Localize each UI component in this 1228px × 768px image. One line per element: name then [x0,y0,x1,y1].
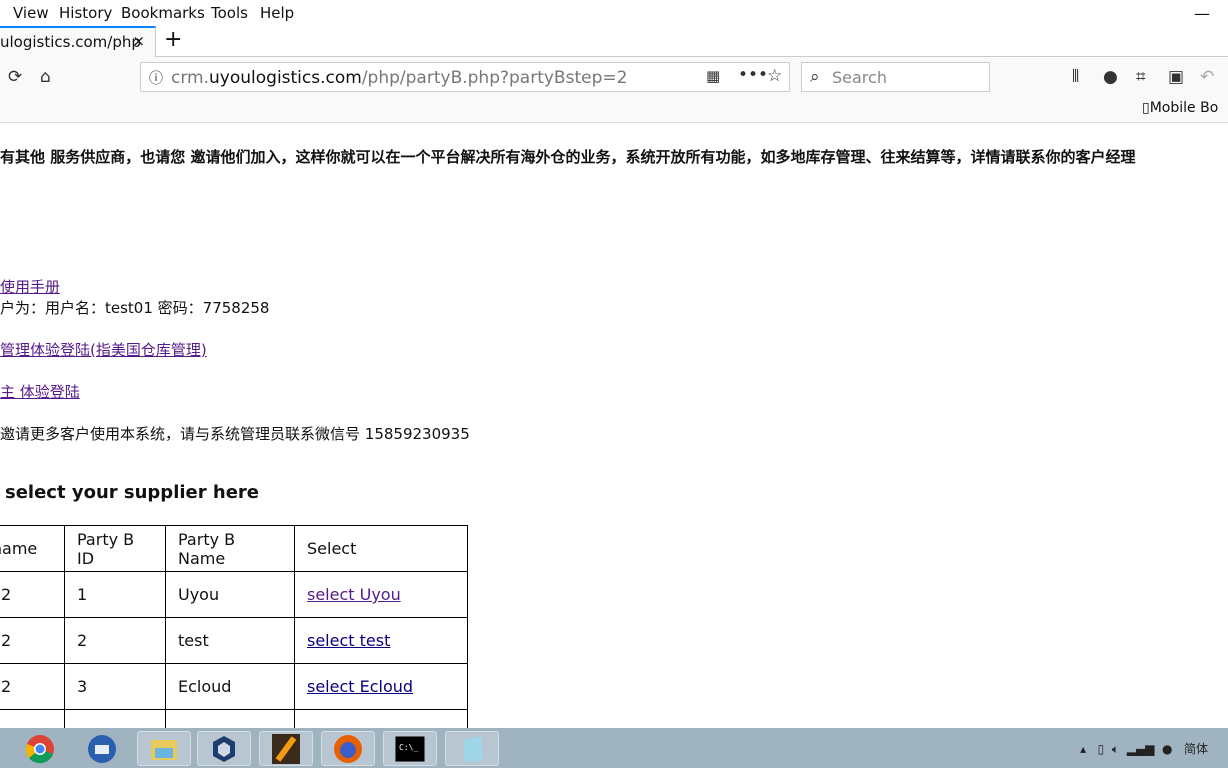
search-icon: ⌕ [810,67,820,87]
cmd-icon[interactable]: C:\_ [383,731,437,766]
taskbar: C:\_ ▴ ▯ 🔈︎ ▂▄▆ ● 简体 [0,728,1228,768]
table-row: 2 3 Ecloud select Ecloud [0,663,468,710]
credentials-text: 户为：用户名：test01 密码：7758258 [0,299,270,317]
manual-link[interactable]: 使用手册 [0,276,60,297]
cell: select Ecloud [294,663,468,710]
cell: select Uyou [294,571,468,618]
cell: 3 [64,663,166,710]
demo-login-link-2[interactable]: 主 体验登陆 [0,381,80,402]
col-header: llname [0,525,65,572]
select-uyou-link[interactable]: select Uyou [307,585,401,604]
nav-bar: ⟳ ⌂ ⓘ crm.uyoulogistics.com/php/partyB.p… [0,57,1228,123]
browser-tab[interactable]: ulogistics.com/php × [0,26,156,57]
home-icon[interactable]: ⌂ [40,67,51,87]
menu-help[interactable]: Help [260,4,294,22]
url-pre: crm. [171,68,210,88]
svg-text:C:\_: C:\_ [399,743,418,752]
tray-expand-icon[interactable]: ▴ [1080,742,1086,756]
info-icon[interactable]: ⓘ [149,68,163,88]
cell: Uyou [165,571,295,618]
back-icon[interactable]: ↶ [1200,67,1214,87]
sidebar-icon[interactable]: ▣ [1168,67,1184,87]
xampp-icon[interactable] [259,731,313,766]
thunderbird-icon[interactable] [75,731,129,766]
select-ecloud-link[interactable]: select Ecloud [307,677,413,696]
menu-view[interactable]: View [13,4,49,22]
new-tab-button[interactable]: + [164,27,182,52]
page-content: 有其他 服务供应商，也请您 邀请他们加入，这样你就可以在一个平台解决所有海外仓的… [0,124,1228,756]
qr-code-icon[interactable]: ▦ [706,67,720,85]
signal-icon[interactable]: ▂▄▆ [1127,742,1155,756]
search-input[interactable]: ⌕ Search [801,62,990,92]
url-host: uyoulogistics.com [209,68,362,88]
close-tab-icon[interactable]: × [132,32,145,50]
supplier-table: llname Party B ID Party B Name Select 21… [0,525,468,756]
bookmark-star-icon[interactable]: ☆ [767,66,782,86]
notepad-icon[interactable] [445,731,499,766]
tab-title: ulogistics.com/php [0,33,141,51]
cell: 2 [64,617,166,664]
cell: select test [294,617,468,664]
table-header: llname Party B ID Party B Name Select [0,525,468,572]
cell: test [165,617,295,664]
col-header: Party B ID [64,525,166,572]
reload-icon[interactable]: ⟳ [8,67,22,87]
library-icon[interactable]: ⫴ [1072,67,1079,87]
input-method[interactable]: 简体 [1184,742,1208,756]
notice-text: 有其他 服务供应商，也请您 邀请他们加入，这样你就可以在一个平台解决所有海外仓的… [0,148,1136,166]
invite-text: 邀请更多客户使用本系统，请与系统管理员联系微信号 15859230935 [0,425,470,443]
menu-history[interactable]: History [59,4,112,22]
tab-bar: ulogistics.com/php × + [0,26,1228,57]
select-test-link[interactable]: select test [307,631,390,650]
cell: 2 [0,663,65,710]
mobile-label: Mobile Bo [1149,100,1219,116]
chat-icon[interactable]: ● [1103,67,1118,87]
cell: 1 [64,571,166,618]
cell: 2 [0,617,65,664]
crop-icon[interactable]: ⌗ [1136,67,1146,87]
menu-tools[interactable]: Tools [211,4,248,22]
demo-login-link[interactable]: 管理体验登陆(指美国仓库管理) [0,339,207,360]
virtualbox-icon[interactable] [197,731,251,766]
mobile-bookmarks[interactable]: ▯Mobile Bo [1142,100,1218,116]
url-bar[interactable]: ⓘ crm.uyoulogistics.com/php/partyB.php?p… [140,62,790,92]
system-tray: ▴ ▯ 🔈︎ ▂▄▆ ● 简体 [1080,740,1208,757]
url-path: /php/partyB.php?partyBstep=2 [361,68,628,88]
qq-icon[interactable]: ● [1162,742,1172,756]
col-header: Party B Name [165,525,295,572]
cell: Ecloud [165,663,295,710]
menu-bar: View History Bookmarks Tools Help — [0,0,1228,26]
minimize-button[interactable]: — [1194,4,1210,23]
chrome-icon[interactable] [13,731,67,766]
more-icon[interactable]: ••• [738,65,768,85]
section-heading: select your supplier here [5,482,259,503]
volume-icon[interactable]: 🔈︎ [1112,742,1119,756]
search-placeholder: Search [832,68,887,87]
file-explorer-icon[interactable] [137,731,191,766]
menu-bookmarks[interactable]: Bookmarks [121,4,205,22]
col-header: Select [294,525,468,572]
table-row: 2 2 test select test [0,617,468,664]
network-device-icon[interactable]: ▯ [1098,742,1105,756]
table-row: 2 1 Uyou select Uyou [0,571,468,618]
firefox-icon[interactable] [321,731,375,766]
cell: 2 [0,571,65,618]
